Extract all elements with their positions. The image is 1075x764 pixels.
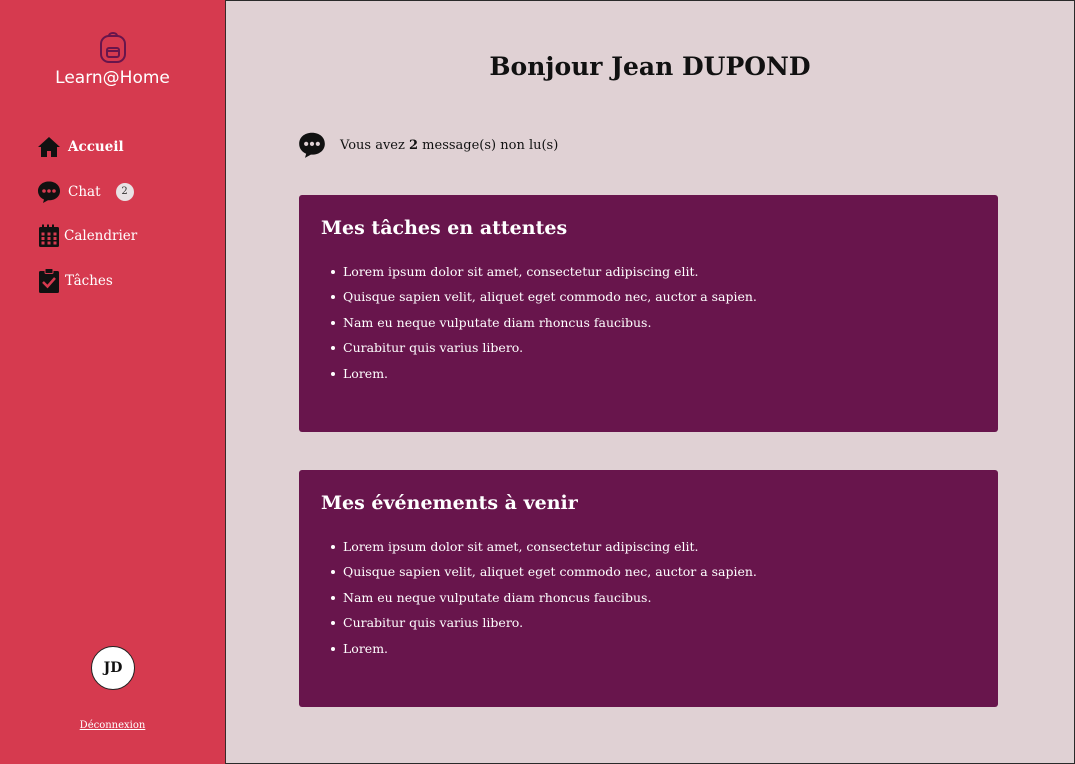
sidebar-item-chat[interactable]: Chat 2 [37,177,137,207]
clipboard-check-icon [37,267,61,293]
sidebar-item-taches[interactable]: Tâches [37,266,137,296]
unread-messages-text: Vous avez 2 message(s) non lu(s) [340,138,558,153]
chat-icon [298,131,326,159]
sidebar-item-label: Calendrier [64,228,138,244]
task-list: Lorem ipsum dolor sit amet, consectetur … [321,259,757,386]
list-item: Curabitur quis varius libero. [331,610,757,635]
unread-badge: 2 [115,182,134,201]
list-item: Quisque sapien velit, aliquet eget commo… [331,284,757,309]
sidebar-item-calendrier[interactable]: Calendrier [37,221,137,251]
chat-icon [37,180,61,204]
messages-suffix: message(s) non lu(s) [422,137,559,153]
brand-name: Learn@Home [55,68,170,88]
sidebar-item-label: Chat [68,183,101,200]
backpack-icon [99,32,126,63]
logout-link[interactable]: Déconnexion [0,720,225,731]
card-title: Mes événements à venir [321,492,578,514]
list-item: Curabitur quis varius libero. [331,335,757,360]
event-list: Lorem ipsum dolor sit amet, consectetur … [321,534,757,661]
pending-tasks-card: Mes tâches en attentes Lorem ipsum dolor… [299,195,998,432]
sidebar-item-label: Tâches [65,272,113,289]
sidebar: Learn@Home Accueil Chat 2 Calendrier Tâc… [0,0,226,764]
messages-prefix: Vous avez [340,137,405,153]
list-item: Nam eu neque vulputate diam rhoncus fauc… [331,310,757,335]
list-item: Nam eu neque vulputate diam rhoncus fauc… [331,585,757,610]
avatar[interactable]: JD [91,646,135,690]
unread-messages-notice[interactable]: Vous avez 2 message(s) non lu(s) [298,131,558,159]
home-icon [37,135,61,159]
page-title: Bonjour Jean DUPOND [489,52,811,81]
list-item: Lorem. [331,361,757,386]
sidebar-item-label: Accueil [68,139,124,155]
upcoming-events-card: Mes événements à venir Lorem ipsum dolor… [299,470,998,707]
sidebar-item-accueil[interactable]: Accueil [37,132,137,162]
brand[interactable]: Learn@Home [0,30,225,88]
list-item: Lorem. [331,636,757,661]
calendar-icon [37,224,61,248]
list-item: Lorem ipsum dolor sit amet, consectetur … [331,534,757,559]
messages-count: 2 [408,137,419,153]
card-title: Mes tâches en attentes [321,217,568,239]
list-item: Quisque sapien velit, aliquet eget commo… [331,559,757,584]
list-item: Lorem ipsum dolor sit amet, consectetur … [331,259,757,284]
sidebar-nav: Accueil Chat 2 Calendrier Tâches [37,132,137,310]
